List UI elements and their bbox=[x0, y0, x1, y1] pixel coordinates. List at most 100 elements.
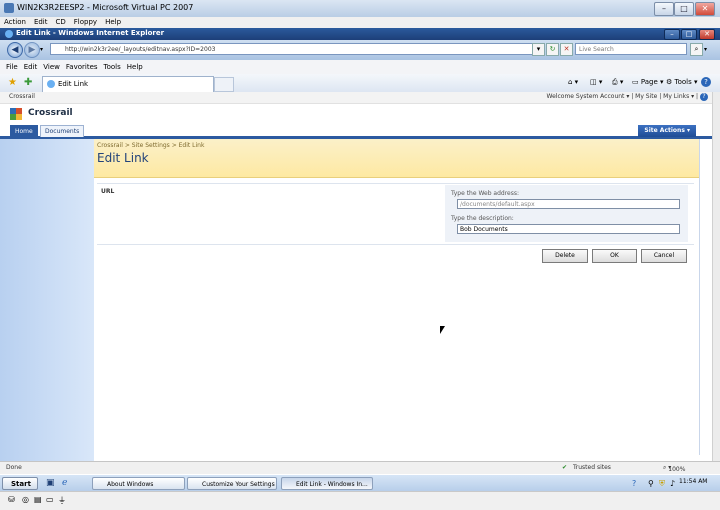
description-label: Type the description: bbox=[451, 215, 514, 222]
cancel-button[interactable]: Cancel bbox=[641, 249, 687, 263]
main-content: Crossrail > Site Settings > Edit Link Ed… bbox=[94, 139, 700, 455]
ie-status-bar: Done ✔ Trusted sites ⌕ 100% ▾ bbox=[0, 461, 720, 475]
tab-documents[interactable]: Documents bbox=[40, 125, 85, 137]
status-text: Done bbox=[6, 464, 22, 471]
vpc-menu-cd[interactable]: CD bbox=[56, 17, 66, 28]
trusted-sites-icon: ✔ bbox=[562, 464, 568, 471]
user-links: Welcome System Account ▾ | My Site | My … bbox=[547, 93, 708, 101]
minimize-icon[interactable]: – bbox=[654, 2, 674, 16]
ok-button[interactable]: OK bbox=[592, 249, 637, 263]
close-icon[interactable]: ✕ bbox=[695, 2, 715, 16]
vpc-menu-floppy[interactable]: Floppy bbox=[74, 17, 97, 28]
welcome-menu[interactable]: Welcome System Account bbox=[547, 93, 625, 100]
search-input[interactable]: Live Search bbox=[575, 43, 687, 55]
ie-tabbar: ★ ✚ Edit Link ⌂ ▾ ◫ ▾ ⎙ ▾ ▭ Page ▾ ⚙ Too… bbox=[0, 74, 720, 93]
vpc-menu-edit[interactable]: Edit bbox=[34, 17, 48, 28]
stop-icon[interactable]: ✕ bbox=[560, 43, 573, 56]
page-title-area: Crossrail > Site Settings > Edit Link Ed… bbox=[94, 139, 699, 178]
history-dropdown-icon[interactable]: ▾ bbox=[40, 46, 43, 53]
vpc-status-bar: ⛁ ◎ ▤ ▭ ⏚ bbox=[0, 491, 720, 510]
vpc-menu-action[interactable]: Action bbox=[4, 17, 26, 28]
vpc-menubar: Action Edit CD Floppy Help bbox=[0, 17, 720, 28]
quicklaunch-desktop-icon[interactable]: ▣ bbox=[46, 478, 55, 488]
add-favorites-icon[interactable]: ✚ bbox=[24, 77, 32, 88]
my-links-menu[interactable]: My Links bbox=[663, 93, 689, 100]
start-button[interactable]: Start bbox=[2, 477, 38, 490]
ie-menu-edit[interactable]: Edit bbox=[24, 60, 38, 74]
ie-menu-help[interactable]: Help bbox=[127, 60, 143, 74]
feeds-icon[interactable]: ◫ ▾ bbox=[590, 78, 602, 86]
top-navigation: Home Documents Site Actions ▾ bbox=[0, 125, 712, 139]
vpc-network-icon[interactable]: ⏚ bbox=[58, 495, 66, 506]
back-icon[interactable]: ◀ bbox=[7, 42, 23, 58]
site-actions-menu[interactable]: Site Actions ▾ bbox=[638, 125, 696, 137]
site-header: Crossrail bbox=[0, 103, 712, 125]
url-fields-panel: Type the Web address: /documents/default… bbox=[445, 185, 688, 242]
tray-volume-icon[interactable]: ♪ bbox=[670, 479, 675, 488]
maximize-icon[interactable]: □ bbox=[674, 2, 694, 16]
page-menu-button[interactable]: ▭ Page ▾ bbox=[632, 78, 664, 86]
page-title: Edit Link bbox=[97, 151, 149, 165]
url-section-label: URL bbox=[101, 188, 115, 195]
zone-text[interactable]: Trusted sites bbox=[573, 464, 611, 471]
ie-icon bbox=[5, 30, 13, 38]
tab-ie-icon bbox=[47, 80, 55, 88]
vpc-disk-icon[interactable]: ⛁ bbox=[8, 495, 15, 504]
vpc-cd-icon[interactable]: ◎ bbox=[22, 495, 29, 504]
address-bar[interactable]: http://win2k3r2ee/_layouts/editnav.aspx?… bbox=[50, 43, 540, 55]
ie-close-icon[interactable]: ✕ bbox=[699, 29, 715, 40]
ie-menu-favorites[interactable]: Favorites bbox=[66, 60, 98, 74]
taskbar-item-customize-settings[interactable]: Customize Your Settings ... bbox=[187, 477, 277, 490]
web-page: Crossrail Welcome System Account ▾ | My … bbox=[0, 92, 712, 461]
url-form-section: URL Type the Web address: /documents/def… bbox=[97, 183, 694, 245]
address-dropdown-icon[interactable]: ▾ bbox=[532, 43, 545, 56]
site-title[interactable]: Crossrail bbox=[28, 108, 73, 118]
tools-menu-button[interactable]: ⚙ Tools ▾ bbox=[666, 78, 698, 86]
help-icon[interactable]: ? bbox=[701, 77, 711, 87]
new-tab-button[interactable] bbox=[214, 77, 234, 92]
taskbar-item-about-windows[interactable]: About Windows bbox=[92, 477, 185, 490]
ie-menu-file[interactable]: File bbox=[6, 60, 18, 74]
web-address-label: Type the Web address: bbox=[451, 190, 520, 197]
forward-icon[interactable]: ▶ bbox=[24, 42, 40, 58]
address-value: http://win2k3r2ee/_layouts/editnav.aspx?… bbox=[65, 46, 216, 53]
ie-menubar: File Edit View Favorites Tools Help bbox=[0, 60, 720, 75]
my-site-link[interactable]: My Site bbox=[635, 93, 657, 100]
search-icon[interactable]: ⌕ bbox=[690, 43, 703, 56]
clock[interactable]: 11:54 AM bbox=[679, 478, 707, 485]
web-address-field[interactable]: /documents/default.aspx bbox=[457, 199, 680, 209]
left-navigation-panel bbox=[0, 139, 94, 461]
delete-button[interactable]: Delete bbox=[542, 249, 588, 263]
description-field[interactable]: Bob Documents bbox=[457, 224, 680, 234]
ie-titlebar: Edit Link - Windows Internet Explorer – … bbox=[0, 28, 720, 40]
tray-help-icon[interactable]: ? bbox=[632, 479, 636, 488]
taskbar-item-edit-link[interactable]: Edit Link - Windows In... bbox=[281, 477, 373, 490]
zoom-level[interactable]: ⌕ 100% ▾ bbox=[663, 464, 685, 473]
home-icon[interactable]: ⌂ ▾ bbox=[568, 78, 578, 86]
site-breadcrumb-top[interactable]: Crossrail bbox=[9, 93, 35, 100]
tray-network-icon[interactable]: ⚲ bbox=[648, 479, 654, 488]
sharepoint-help-icon[interactable]: ? bbox=[700, 93, 708, 101]
quicklaunch-ie-icon[interactable]: ℯ bbox=[62, 478, 67, 488]
print-icon[interactable]: ⎙ ▾ bbox=[612, 78, 623, 87]
tray-shield-icon[interactable]: ⛨ bbox=[659, 479, 665, 489]
ie-window-title: Edit Link - Windows Internet Explorer bbox=[16, 29, 165, 37]
vpc-app-icon bbox=[4, 3, 14, 13]
ie-menu-tools[interactable]: Tools bbox=[104, 60, 121, 74]
tab-label: Edit Link bbox=[58, 80, 89, 88]
favorites-star-icon[interactable]: ★ bbox=[8, 77, 17, 88]
vpc-menu-help[interactable]: Help bbox=[105, 17, 121, 28]
page-scrollbar[interactable] bbox=[712, 92, 720, 461]
vpc-window-title: WIN2K3R2EESP2 - Microsoft Virtual PC 200… bbox=[17, 3, 194, 12]
ie-menu-view[interactable]: View bbox=[43, 60, 60, 74]
search-dropdown-icon[interactable]: ▾ bbox=[704, 46, 707, 53]
taskbar: Start ▣ ℯ About Windows Customize Your S… bbox=[0, 474, 720, 492]
breadcrumb[interactable]: Crossrail > Site Settings > Edit Link bbox=[97, 142, 204, 149]
tab-edit-link[interactable]: Edit Link bbox=[42, 76, 214, 92]
refresh-icon[interactable]: ↻ bbox=[546, 43, 559, 56]
ie-maximize-icon[interactable]: □ bbox=[681, 29, 697, 40]
tab-home[interactable]: Home bbox=[10, 125, 38, 137]
ie-minimize-icon[interactable]: – bbox=[664, 29, 680, 40]
vpc-floppy-icon[interactable]: ▤ bbox=[34, 495, 42, 504]
vpc-folder-icon[interactable]: ▭ bbox=[46, 495, 54, 504]
